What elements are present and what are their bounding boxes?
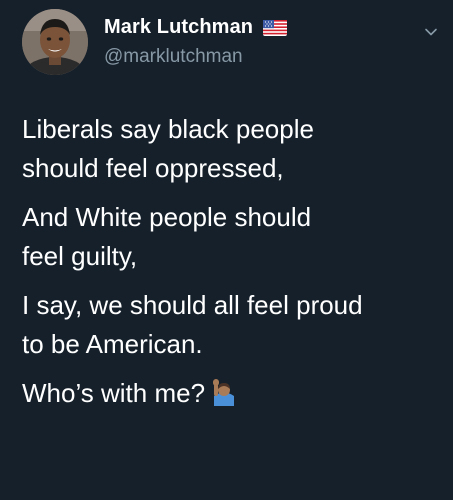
tweet-text: Liberals say black people should feel op…: [22, 110, 442, 423]
name-row: Mark Lutchman: [104, 15, 288, 39]
tweet-line: to be American.: [22, 329, 203, 359]
tweet-line: And White people should: [22, 202, 312, 232]
author-handle[interactable]: @marklutchman: [104, 46, 287, 68]
tweet-line: feel guilty,: [22, 241, 138, 271]
tweet-paragraph: And White people should feel guilty,: [22, 198, 442, 276]
tweet-paragraph: I say, we should all feel proud to be Am…: [22, 286, 442, 364]
tweet-line: Liberals say black people: [22, 114, 314, 144]
tweet-paragraph: Who’s with me?: [22, 374, 442, 413]
tweet-line-text: Who’s with me?: [22, 378, 206, 408]
avatar[interactable]: [22, 9, 88, 75]
tweet-header: Mark Lutchman @marklutchman: [22, 9, 442, 75]
person-raising-hand-icon: [211, 378, 237, 406]
display-name[interactable]: Mark Lutchman: [104, 16, 253, 39]
tweet-line: I say, we should all feel proud: [22, 290, 363, 320]
chevron-down-icon[interactable]: [424, 25, 438, 39]
tweet-line-last: Who’s with me?: [22, 374, 442, 413]
tweet-line: should feel oppressed,: [22, 153, 284, 183]
us-flag-icon: [263, 19, 288, 36]
tweet-card: Mark Lutchman @marklutchman Liberals say…: [0, 0, 453, 500]
tweet-paragraph: Liberals say black people should feel op…: [22, 110, 442, 188]
author-block[interactable]: Mark Lutchman @marklutchman: [104, 15, 288, 68]
avatar-image: [22, 9, 88, 75]
